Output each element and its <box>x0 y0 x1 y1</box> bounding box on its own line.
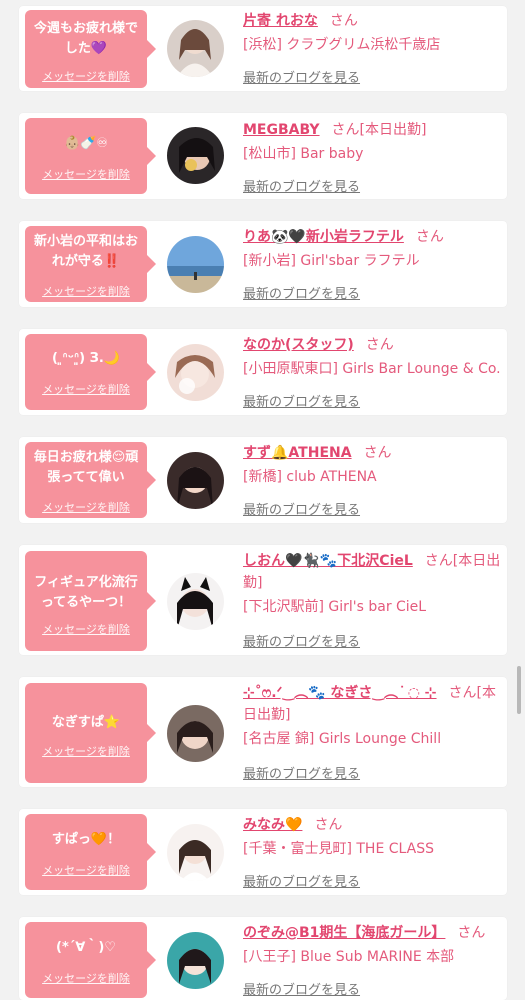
shop-info: [名古屋 錦] Girls Lounge Chill <box>243 731 442 747</box>
cast-name-link[interactable]: MEGBABY <box>243 122 320 138</box>
shop-info: [新小岩] Girl'sbar ラフテル <box>243 253 420 269</box>
avatar[interactable] <box>167 573 224 630</box>
delete-message-link[interactable]: メッセージを削除 <box>25 166 147 182</box>
delete-message-link[interactable]: メッセージを削除 <box>25 621 147 637</box>
message-text: ( ͈ᐢᵕᐢ͈) З.🌙 <box>52 351 120 366</box>
message-text: すぱっ🧡！ <box>51 832 121 847</box>
message-card: ( ͈ᐢᵕᐢ͈) З.🌙 メッセージを削除 なのか(スタッフ) さん [小田原駅東… <box>19 329 507 415</box>
shop-info: [下北沢駅前] Girl's bar CieL <box>243 599 427 615</box>
message-text: (*´∀｀)♡ <box>56 940 116 955</box>
shop-info: [小田原駅東口] Girls Bar Lounge & Co. <box>243 361 501 377</box>
avatar[interactable] <box>167 127 224 184</box>
latest-blog-link[interactable]: 最新のブログを見る <box>243 391 360 410</box>
message-bubble: 毎日お疲れ様😌頑張ってて偉い メッセージを削除 <box>25 442 156 518</box>
message-bubble: (*´∀｀)♡ メッセージを削除 <box>25 922 156 998</box>
latest-blog-link[interactable]: 最新のブログを見る <box>243 979 360 998</box>
message-bubble: なぎすぱ⭐️ メッセージを削除 <box>25 683 156 783</box>
name-suffix: さん <box>329 13 358 29</box>
avatar[interactable] <box>167 344 224 401</box>
message-text: 毎日お疲れ様😌頑張ってて偉い <box>33 450 139 485</box>
shop-info: [新橋] club ATHENA <box>243 469 377 485</box>
avatar[interactable] <box>167 932 224 989</box>
cast-name-link[interactable]: みなみ🧡 <box>243 817 302 833</box>
avatar[interactable] <box>167 705 224 762</box>
name-suffix: さん <box>415 229 444 245</box>
cast-name-link[interactable]: すず🔔ATHENA <box>243 445 352 461</box>
message-text: 新小岩の平和はおれが守る‼️ <box>33 234 138 269</box>
message-bubble: 新小岩の平和はおれが守る‼️ メッセージを削除 <box>25 226 156 302</box>
latest-blog-link[interactable]: 最新のブログを見る <box>243 283 360 302</box>
name-suffix: さん <box>365 337 394 353</box>
cast-name-link[interactable]: しおん🖤🐈‍⬛🐾下北沢CieL <box>243 553 413 569</box>
name-suffix: さん <box>314 817 343 833</box>
message-text: なぎすぱ⭐️ <box>51 715 121 730</box>
name-suffix: さん <box>457 925 486 941</box>
latest-blog-link[interactable]: 最新のブログを見る <box>243 871 360 890</box>
message-text: 今週もお疲れ様でした💜 <box>33 21 138 56</box>
message-text: フィギュア化流行ってるやーつ！ <box>34 575 138 610</box>
message-card: すぱっ🧡！ メッセージを削除 みなみ🧡 さん [千葉・富士見町] THE CLAS… <box>19 809 507 895</box>
cast-name-link[interactable]: 片寄 れおな <box>243 13 318 29</box>
delete-message-link[interactable]: メッセージを削除 <box>25 283 147 299</box>
latest-blog-link[interactable]: 最新のブログを見る <box>243 763 360 782</box>
message-bubble: ( ͈ᐢᵕᐢ͈) З.🌙 メッセージを削除 <box>25 334 156 410</box>
delete-message-link[interactable]: メッセージを削除 <box>25 970 147 986</box>
message-bubble: フィギュア化流行ってるやーつ！ メッセージを削除 <box>25 551 156 651</box>
message-card: 毎日お疲れ様😌頑張ってて偉い メッセージを削除 すず🔔ATHENA さん [新橋]… <box>19 437 507 523</box>
message-bubble: すぱっ🧡！ メッセージを削除 <box>25 814 156 890</box>
scrollbar[interactable] <box>517 666 521 714</box>
message-card: 今週もお疲れ様でした💜 メッセージを削除 片寄 れおな さん [浜松] クラブグリ… <box>19 6 507 91</box>
message-card: なぎすぱ⭐️ メッセージを削除 ⊹˚ෆ.ᐟ‿︵🐾 なぎさ‿︵ ͘ ◌ ⊹ さん[本… <box>19 677 507 787</box>
message-bubble: 今週もお疲れ様でした💜 メッセージを削除 <box>25 10 156 88</box>
avatar[interactable] <box>167 236 224 293</box>
delete-message-link[interactable]: メッセージを削除 <box>25 862 147 878</box>
shop-info: [浜松] クラブグリム浜松千歳店 <box>243 37 441 53</box>
avatar[interactable] <box>167 20 224 77</box>
latest-blog-link[interactable]: 最新のブログを見る <box>243 176 360 195</box>
cast-name-link[interactable]: ⊹˚ෆ.ᐟ‿︵🐾 なぎさ‿︵ ͘ ◌ ⊹ <box>243 685 437 701</box>
delete-message-link[interactable]: メッセージを削除 <box>25 68 147 84</box>
delete-message-link[interactable]: メッセージを削除 <box>25 743 147 759</box>
message-card: 👶🏼🍼♾ メッセージを削除 MEGBABY さん[本日出勤] [松山市] Bar … <box>19 113 507 199</box>
message-bubble: 👶🏼🍼♾ メッセージを削除 <box>25 118 156 194</box>
latest-blog-link[interactable]: 最新のブログを見る <box>243 499 360 518</box>
avatar[interactable] <box>167 824 224 881</box>
name-suffix: さん[本日出勤] <box>331 122 427 138</box>
avatar[interactable] <box>167 452 224 509</box>
latest-blog-link[interactable]: 最新のブログを見る <box>243 67 360 86</box>
name-suffix: さん <box>363 445 392 461</box>
shop-info: [松山市] Bar baby <box>243 146 364 162</box>
shop-info: [千葉・富士見町] THE CLASS <box>243 841 434 857</box>
delete-message-link[interactable]: メッセージを削除 <box>25 381 147 397</box>
message-card: 新小岩の平和はおれが守る‼️ メッセージを削除 りあ🐼🖤新小岩ラフテル さん [新… <box>19 221 507 307</box>
delete-message-link[interactable]: メッセージを削除 <box>25 499 147 515</box>
message-card: フィギュア化流行ってるやーつ！ メッセージを削除 しおん🖤🐈‍⬛🐾下北沢CieL… <box>19 545 507 655</box>
cast-name-link[interactable]: なのか(スタッフ) <box>243 337 354 353</box>
latest-blog-link[interactable]: 最新のブログを見る <box>243 631 360 650</box>
cast-name-link[interactable]: のぞみ@B1期生【海底ガール】 <box>243 925 445 941</box>
message-text: 👶🏼🍼♾ <box>63 136 109 151</box>
cast-name-link[interactable]: りあ🐼🖤新小岩ラフテル <box>243 229 404 245</box>
shop-info: [八王子] Blue Sub MARINE 本部 <box>243 949 455 965</box>
message-card: (*´∀｀)♡ メッセージを削除 のぞみ@B1期生【海底ガール】 さん [八王子]… <box>19 917 507 1000</box>
